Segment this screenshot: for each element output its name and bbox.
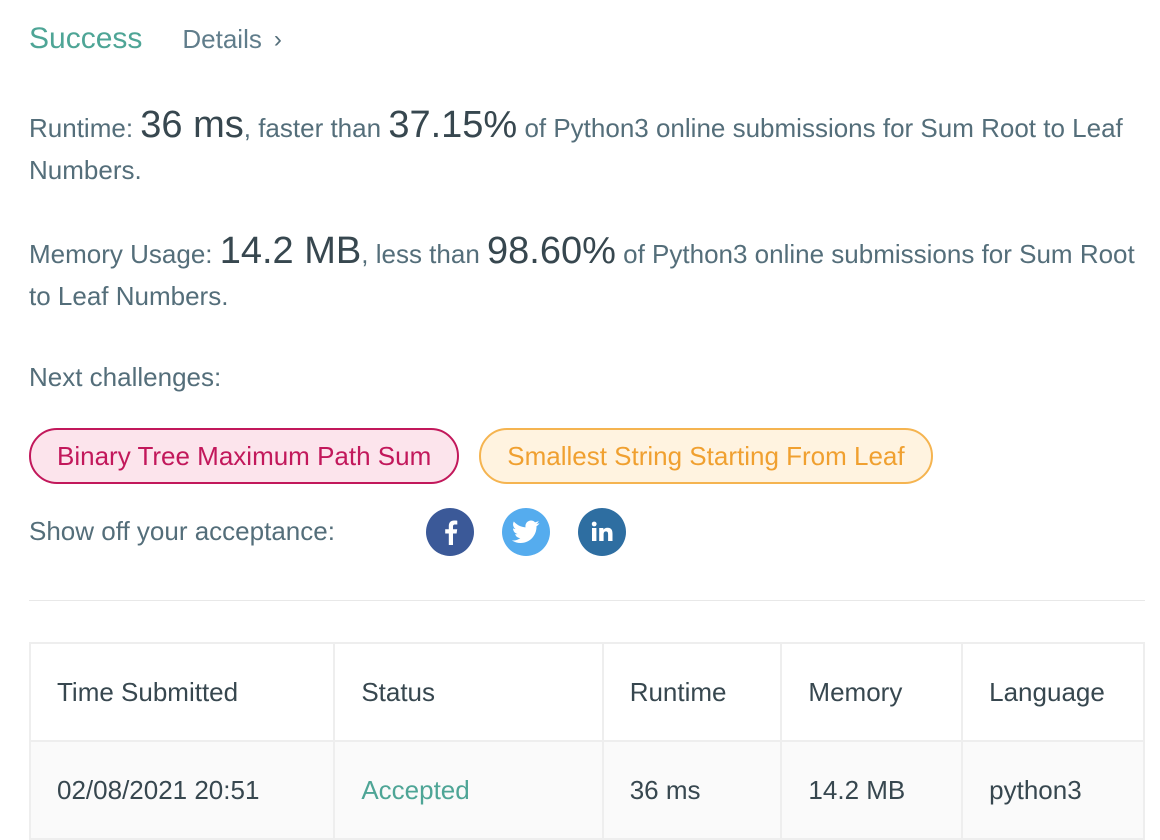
challenge-chip-medium[interactable]: Smallest String Starting From Leaf [479,428,933,484]
column-header-time-submitted[interactable]: Time Submitted [28,642,336,742]
column-header-runtime[interactable]: Runtime [601,642,783,742]
chevron-right-icon: › [273,25,282,53]
runtime-value: 36 ms [140,104,244,146]
column-header-memory[interactable]: Memory [780,642,964,742]
memory-label: Memory Usage: [29,239,213,269]
runtime-percent: 37.15% [388,104,518,146]
column-header-language[interactable]: Language [961,642,1145,742]
memory-mid: , less than [361,239,480,269]
column-header-status[interactable]: Status [333,642,604,742]
details-link[interactable]: Details › [182,24,281,55]
linkedin-icon[interactable] [578,508,626,556]
memory-summary: Memory Usage: 14.2 MB, less than 98.60% … [29,230,1149,317]
runtime-mid: , faster than [243,113,382,143]
memory-value: 14.2 MB [219,230,362,272]
challenge-chip-hard[interactable]: Binary Tree Maximum Path Sum [29,428,460,484]
memory-percent: 98.60% [487,230,616,272]
table-row: 02/08/2021 20:51 Accepted 36 ms 14.2 MB … [28,740,1145,840]
cell-runtime: 36 ms [601,740,783,840]
status-title: Success [29,22,143,55]
runtime-summary: Runtime: 36 ms, faster than 37.15% of Py… [29,104,1149,191]
cell-time-submitted: 02/08/2021 20:51 [28,740,336,840]
cell-status-accepted-link[interactable]: Accepted [333,740,604,840]
facebook-icon[interactable] [426,508,474,556]
details-label: Details [182,24,262,54]
result-header: Success Details › [29,22,282,56]
submissions-table: Time Submitted Status Runtime Memory Lan… [28,642,1145,840]
share-buttons [426,508,626,556]
next-challenges-label: Next challenges: [29,362,222,392]
next-challenges: Binary Tree Maximum Path Sum Smallest St… [29,428,933,484]
twitter-icon[interactable] [502,508,550,556]
cell-memory: 14.2 MB [780,740,964,840]
submission-result: Success Details › Runtime: 36 ms, faster… [0,0,1160,840]
runtime-label: Runtime: [29,113,134,143]
table-header-row: Time Submitted Status Runtime Memory Lan… [28,642,1145,742]
share-label: Show off your acceptance: [29,516,335,546]
cell-language: python3 [961,740,1145,840]
divider [29,600,1145,601]
